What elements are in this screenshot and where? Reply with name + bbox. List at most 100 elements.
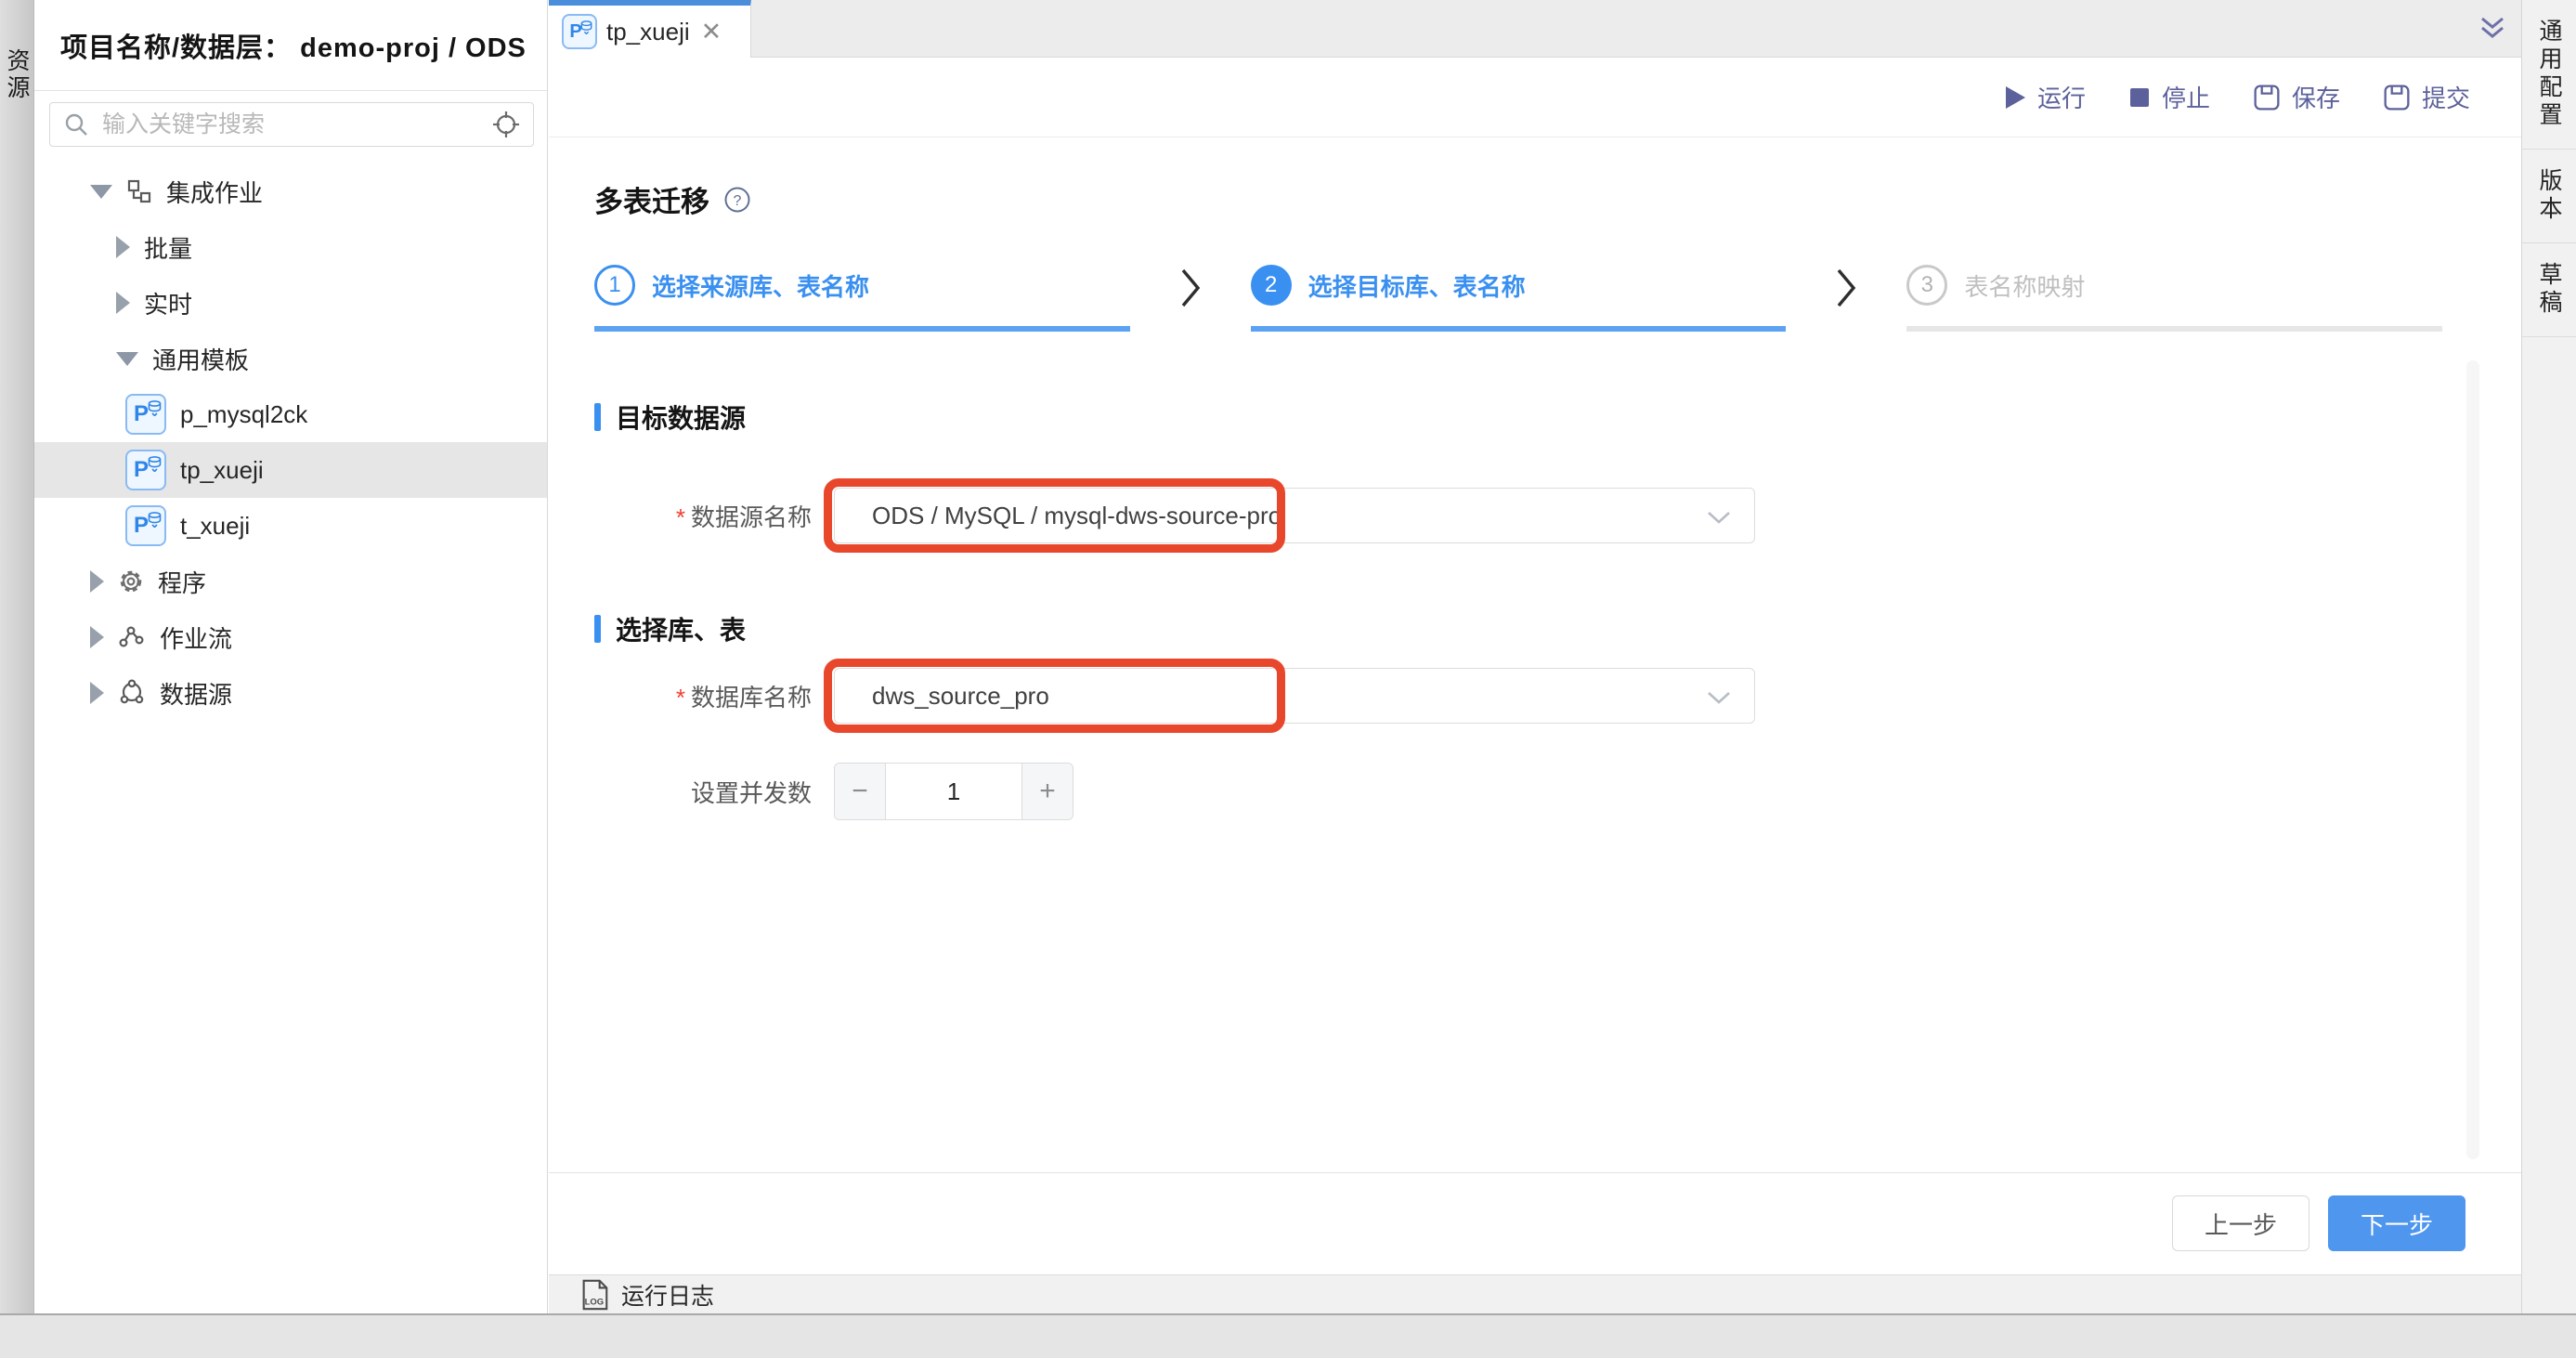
job-icon: P bbox=[125, 450, 166, 490]
step-separator-icon bbox=[1130, 265, 1251, 311]
page-title: 多表迁移 bbox=[594, 178, 709, 220]
run-button[interactable]: 运行 bbox=[2004, 80, 2086, 114]
job-icon: P bbox=[125, 505, 166, 546]
caret-right-icon[interactable] bbox=[90, 626, 104, 648]
tab-tp_xueji[interactable]: P tp_xueji ✕ bbox=[549, 0, 751, 58]
plus-button[interactable]: + bbox=[1021, 764, 1073, 819]
section-title: 选择库、表 bbox=[616, 610, 746, 647]
tab-general-config[interactable]: 通用配置 bbox=[2522, 0, 2576, 150]
caret-down-icon[interactable] bbox=[90, 185, 112, 199]
resource-rail-tab[interactable]: 资源 bbox=[0, 0, 33, 1313]
tree-item-label: p_mysql2ck bbox=[180, 400, 307, 429]
db-mini-icon bbox=[148, 400, 162, 416]
caret-right-icon[interactable] bbox=[90, 570, 104, 593]
stop-label: 停止 bbox=[2162, 80, 2210, 114]
integration-icon bbox=[126, 178, 152, 204]
play-icon bbox=[2004, 85, 2026, 110]
tree-item-datasources[interactable]: 数据源 bbox=[34, 665, 547, 721]
submit-icon bbox=[2383, 84, 2411, 111]
prev-step-button[interactable]: 上一步 bbox=[2172, 1195, 2309, 1251]
tab-drafts[interactable]: 草稿 bbox=[2522, 243, 2576, 337]
gear-icon bbox=[118, 568, 144, 594]
required-mark: * bbox=[676, 684, 685, 712]
resource-tree: 集成作业 批量 实时 通用模板 P bbox=[34, 163, 547, 721]
search-box bbox=[49, 102, 534, 147]
concurrency-field-label: 设置并发数 bbox=[594, 775, 834, 809]
section-accent-bar bbox=[594, 403, 601, 431]
database-select-value: dws_source_pro bbox=[872, 682, 1049, 711]
step-3-mapping[interactable]: 3 表名称映射 bbox=[1906, 265, 2442, 332]
step-1-source[interactable]: 1 选择来源库、表名称 bbox=[594, 265, 1130, 332]
concurrency-value[interactable]: 1 bbox=[886, 764, 1021, 819]
tree-item-t_xueji[interactable]: P t_xueji bbox=[34, 498, 547, 554]
db-mini-icon bbox=[148, 456, 162, 472]
tree-item-label: 作业流 bbox=[160, 620, 232, 655]
title-row: 多表迁移 ? bbox=[594, 137, 2521, 220]
section-select-db-table: 选择库、表 bbox=[594, 610, 2521, 647]
run-label: 运行 bbox=[2037, 80, 2086, 114]
tab-versions[interactable]: 版本 bbox=[2522, 150, 2576, 243]
tab-label: tp_xueji bbox=[606, 18, 690, 46]
run-log-label: 运行日志 bbox=[621, 1278, 714, 1312]
job-icon: P bbox=[562, 14, 597, 49]
project-header: 项目名称/数据层： demo-proj / ODS bbox=[34, 0, 547, 91]
caret-right-icon[interactable] bbox=[90, 682, 104, 704]
tree-item-integration-jobs[interactable]: 集成作业 bbox=[34, 163, 547, 219]
stop-icon bbox=[2128, 86, 2151, 109]
step-separator-icon bbox=[1786, 265, 1906, 311]
stop-button[interactable]: 停止 bbox=[2128, 80, 2210, 114]
run-log-bar[interactable]: LOG 运行日志 bbox=[549, 1274, 2521, 1313]
step-2-label: 选择目标库、表名称 bbox=[1308, 268, 1526, 303]
database-field-row: *数据库名称 dws_source_pro bbox=[594, 668, 2521, 724]
tree-item-programs[interactable]: 程序 bbox=[34, 554, 547, 609]
db-mini-icon bbox=[580, 20, 592, 34]
tree-item-label: 数据源 bbox=[160, 676, 232, 711]
log-icon: LOG bbox=[579, 1278, 610, 1312]
datasource-select[interactable]: ODS / MySQL / mysql-dws-source-pro bbox=[834, 488, 1755, 543]
step-1-label: 选择来源库、表名称 bbox=[652, 268, 869, 303]
tree-item-p_mysql2ck[interactable]: P p_mysql2ck bbox=[34, 386, 547, 442]
step-2-target[interactable]: 2 选择目标库、表名称 bbox=[1251, 265, 1787, 332]
tree-item-realtime[interactable]: 实时 bbox=[34, 275, 547, 331]
submit-button[interactable]: 提交 bbox=[2383, 80, 2470, 114]
help-icon[interactable]: ? bbox=[722, 185, 752, 215]
datasource-icon bbox=[118, 679, 146, 707]
caret-down-icon[interactable] bbox=[116, 352, 138, 366]
workflow-icon bbox=[118, 624, 146, 650]
next-step-button[interactable]: 下一步 bbox=[2328, 1195, 2465, 1251]
collapse-panel-icon[interactable] bbox=[2477, 15, 2508, 47]
step-3-label: 表名称映射 bbox=[1964, 268, 2085, 303]
section-title: 目标数据源 bbox=[616, 398, 746, 436]
tree-item-workflows[interactable]: 作业流 bbox=[34, 609, 547, 665]
search-input[interactable] bbox=[100, 111, 481, 139]
caret-right-icon[interactable] bbox=[116, 292, 130, 314]
step-3-number: 3 bbox=[1906, 265, 1947, 306]
minus-button[interactable]: − bbox=[835, 764, 886, 819]
svg-text:?: ? bbox=[734, 193, 742, 209]
tree-item-common-templates[interactable]: 通用模板 bbox=[34, 331, 547, 386]
database-select[interactable]: dws_source_pro bbox=[834, 668, 1755, 724]
tree-item-tp_xueji[interactable]: P tp_xueji bbox=[34, 442, 547, 498]
chevron-down-icon bbox=[1707, 691, 1731, 705]
locate-icon[interactable] bbox=[492, 111, 520, 138]
save-button[interactable]: 保存 bbox=[2253, 80, 2340, 114]
job-icon: P bbox=[125, 394, 166, 435]
concurrency-field-row: 设置并发数 − 1 + bbox=[594, 763, 2521, 820]
tree-item-batch[interactable]: 批量 bbox=[34, 219, 547, 275]
datasource-select-value: ODS / MySQL / mysql-dws-source-pro bbox=[872, 502, 1281, 530]
scrollbar-track[interactable] bbox=[2466, 360, 2479, 1159]
submit-label: 提交 bbox=[2422, 80, 2470, 114]
close-icon[interactable]: ✕ bbox=[701, 20, 722, 45]
right-rail: 通用配置 版本 草稿 bbox=[2521, 0, 2576, 1313]
main-content: 多表迁移 ? 1 选择来源库、表名称 2 选择目标库、表名称 3 bbox=[549, 137, 2521, 1274]
caret-right-icon[interactable] bbox=[116, 236, 130, 258]
search-icon bbox=[63, 111, 89, 137]
wizard-footer: 上一步 下一步 bbox=[549, 1173, 2521, 1273]
tree-item-label: 通用模板 bbox=[152, 342, 249, 376]
section-accent-bar bbox=[594, 615, 601, 643]
save-label: 保存 bbox=[2292, 80, 2340, 114]
step-2-number: 2 bbox=[1251, 265, 1292, 306]
tree-item-label: 批量 bbox=[144, 230, 192, 265]
sidebar: 项目名称/数据层： demo-proj / ODS bbox=[34, 0, 548, 1313]
datasource-field-row: *数据源名称 ODS / MySQL / mysql-dws-source-pr… bbox=[594, 488, 2521, 543]
